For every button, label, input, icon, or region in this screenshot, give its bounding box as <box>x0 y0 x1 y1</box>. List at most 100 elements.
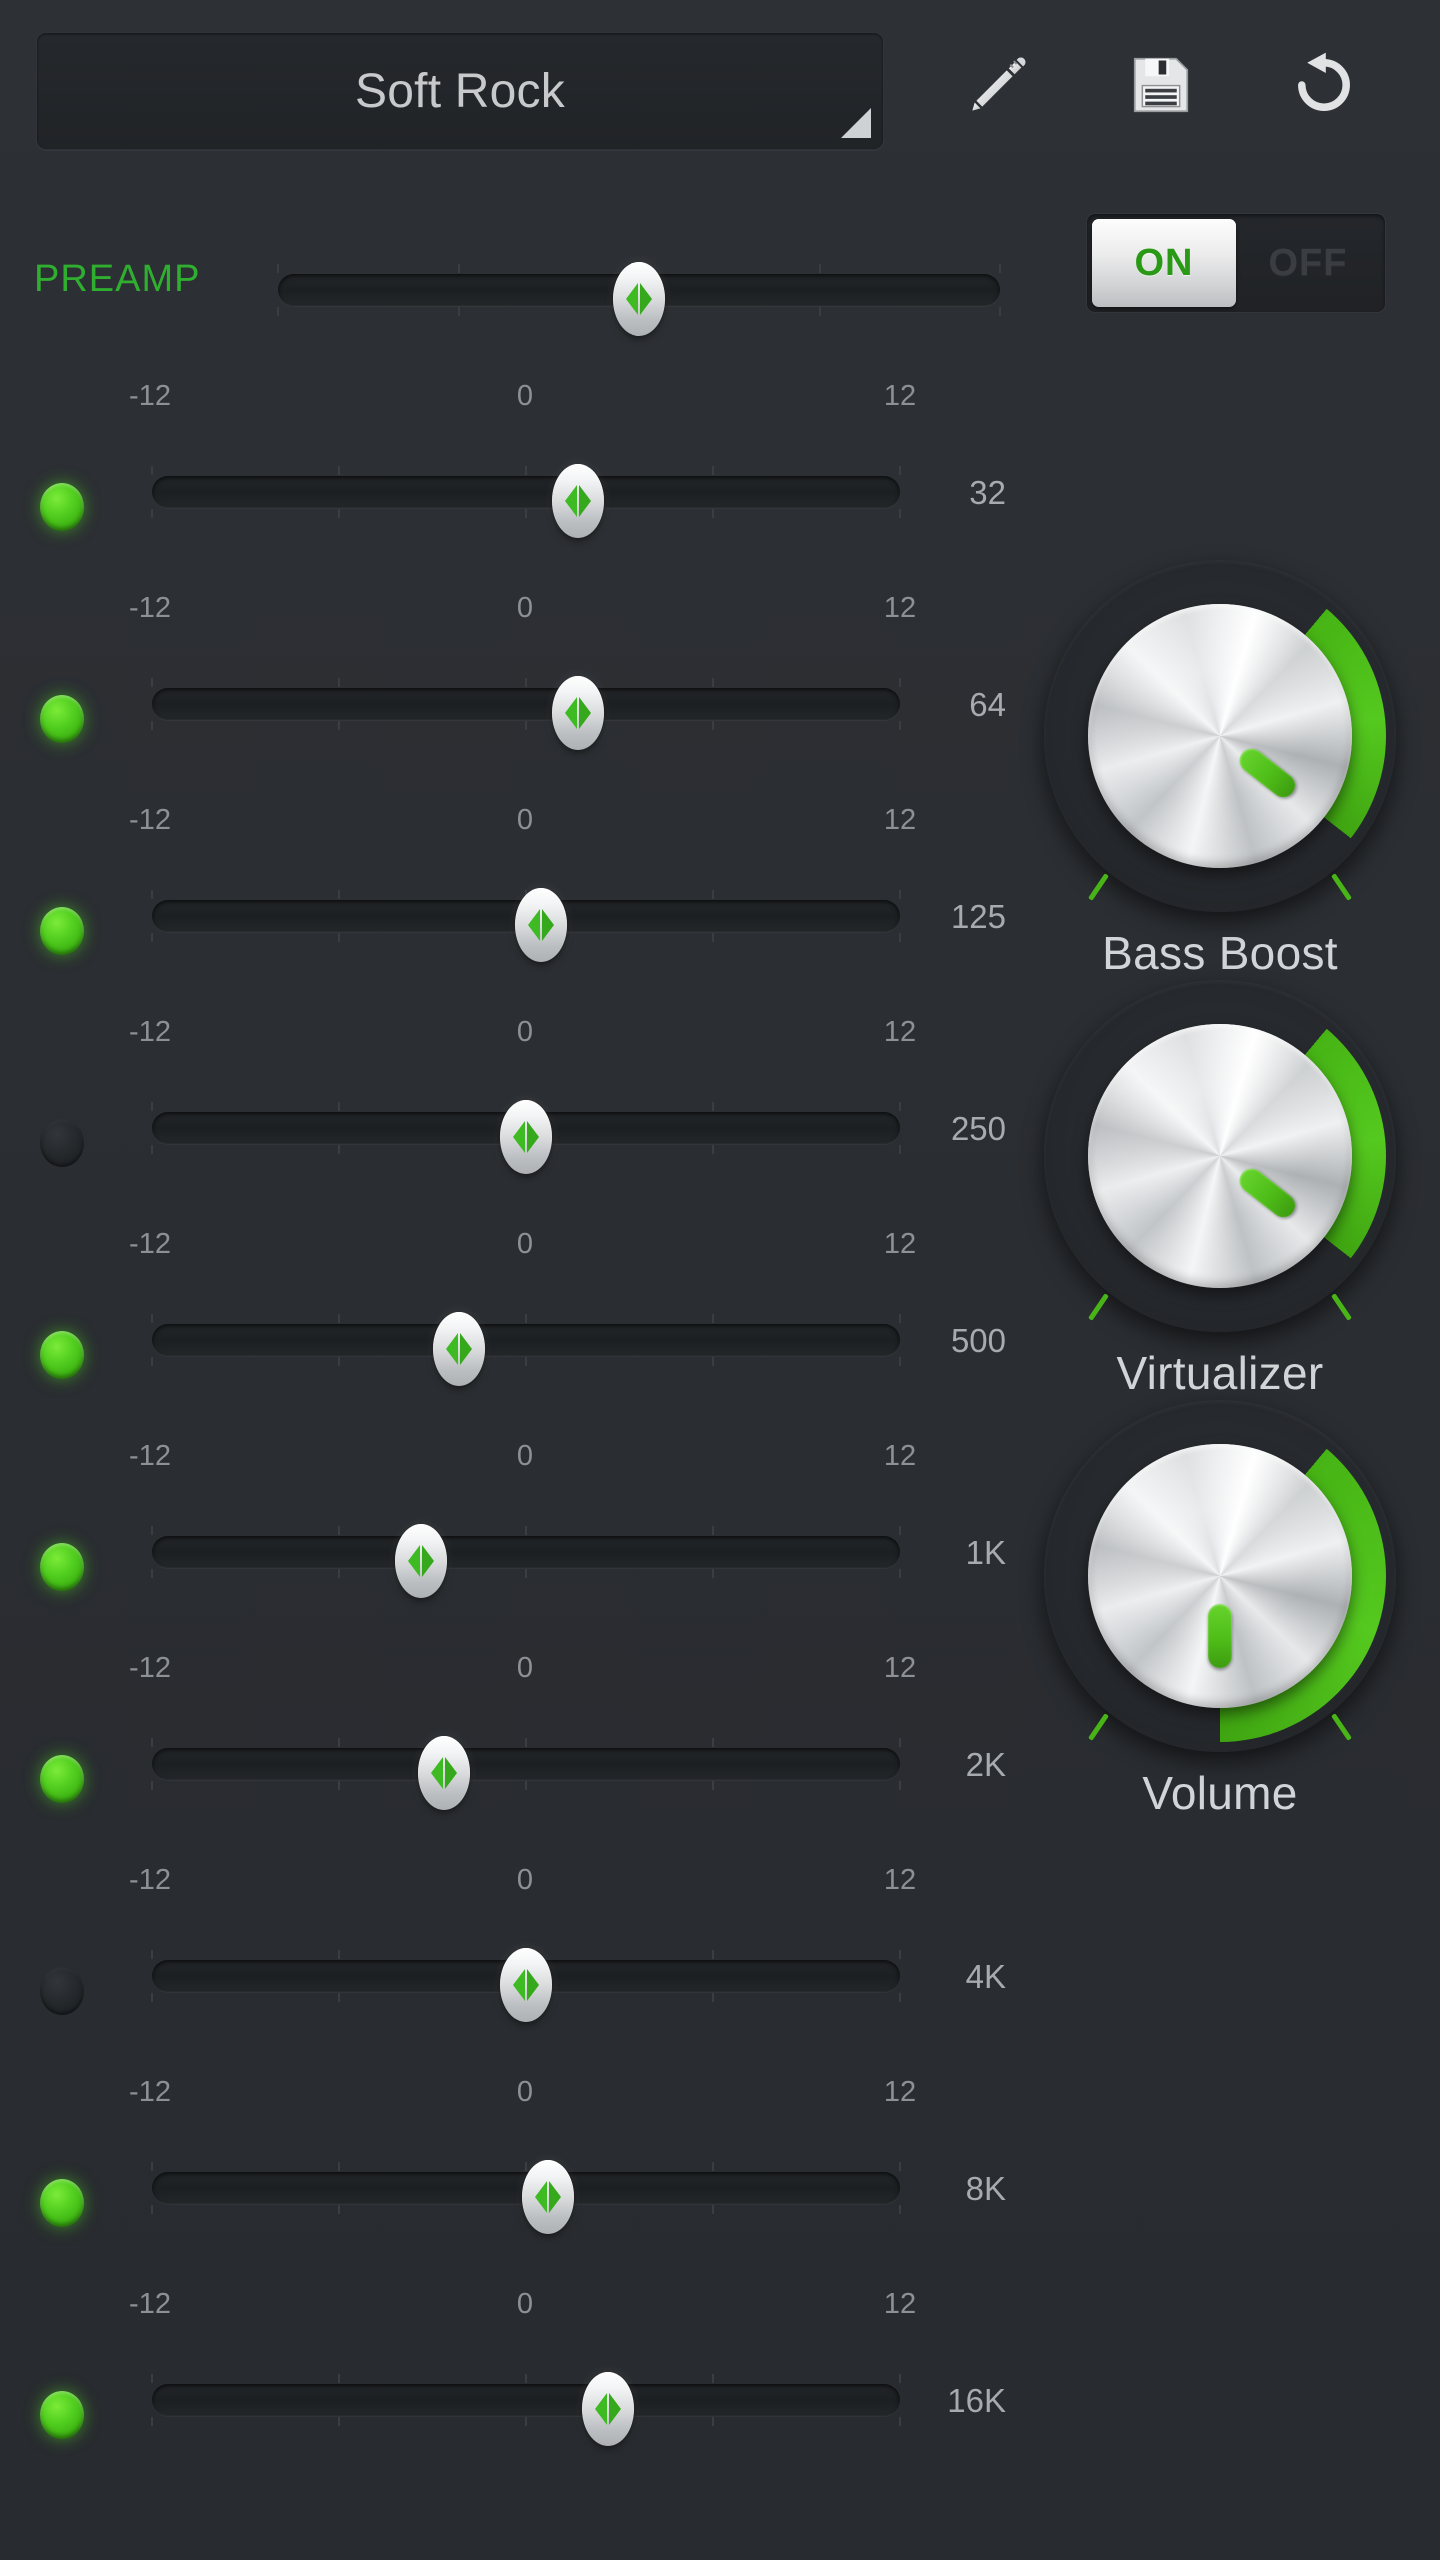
knob-dial[interactable] <box>1044 980 1396 1332</box>
slider-tick <box>899 1102 901 1111</box>
slider-tick <box>525 1526 527 1535</box>
band-slider[interactable] <box>151 2160 901 2234</box>
band-slider[interactable] <box>151 2372 901 2446</box>
band-slider-thumb[interactable] <box>432 1312 485 1386</box>
slider-tick <box>899 678 901 687</box>
slider-tick <box>899 890 901 899</box>
slider-tick <box>712 2417 714 2426</box>
band-slider[interactable] <box>151 888 901 962</box>
band-slider-thumb[interactable] <box>500 1100 552 1174</box>
band-led-indicator[interactable] <box>40 1967 84 2015</box>
band-scale-min-label: -12 <box>129 1228 171 1260</box>
band-slider-thumb[interactable] <box>395 1524 448 1598</box>
band-led-indicator[interactable] <box>40 1543 84 1591</box>
band-scale-min-label: -12 <box>129 2076 171 2108</box>
band-led-indicator[interactable] <box>40 1119 84 1167</box>
slider-tick <box>151 2205 153 2214</box>
power-toggle-on[interactable]: ON <box>1092 219 1236 307</box>
slider-tick <box>338 678 340 687</box>
slider-tick <box>899 1993 901 2002</box>
equalizer-band: -12 0 12 4K <box>0 1864 1010 2076</box>
band-slider-thumb[interactable] <box>500 1948 552 2022</box>
band-slider[interactable] <box>151 1524 901 1598</box>
band-scale-max-label: 12 <box>883 380 917 412</box>
reset-preset-button[interactable] <box>1242 30 1405 140</box>
equalizer-band: -12 0 12 125 <box>0 804 1010 1016</box>
band-led-indicator[interactable] <box>40 695 84 743</box>
knob-dial[interactable] <box>1044 1400 1396 1752</box>
slider-tick <box>338 1314 340 1323</box>
slider-tick <box>151 1738 153 1747</box>
slider-tick <box>899 2162 901 2171</box>
equalizer-band: -12 0 12 64 <box>0 592 1010 804</box>
header-actions <box>916 30 1406 140</box>
preamp-slider-thumb[interactable] <box>613 262 665 336</box>
slider-tick <box>525 1781 527 1790</box>
band-slider[interactable] <box>151 464 901 538</box>
band-slider-thumb[interactable] <box>514 888 567 962</box>
slider-tick <box>899 1145 901 1154</box>
band-led-indicator[interactable] <box>40 483 84 531</box>
band-slider-thumb[interactable] <box>552 676 605 750</box>
slider-tick <box>525 1357 527 1366</box>
band-scale-max-label: 12 <box>883 2076 917 2108</box>
band-slider[interactable] <box>151 1312 901 1386</box>
slider-tick <box>151 890 153 899</box>
slider-tick <box>899 1357 901 1366</box>
left-right-arrows-icon <box>535 2181 562 2213</box>
band-slider-thumb[interactable] <box>417 1736 470 1810</box>
band-scale-mid-label: 0 <box>516 804 534 836</box>
band-scale-max-label: 12 <box>883 1652 917 1684</box>
slider-tick <box>338 1357 340 1366</box>
slider-tick <box>712 1738 714 1747</box>
band-slider-thumb[interactable] <box>522 2160 575 2234</box>
slider-tick <box>338 933 340 942</box>
knob-dial[interactable] <box>1044 560 1396 912</box>
slider-tick <box>818 264 821 273</box>
left-right-arrows-icon <box>565 697 592 729</box>
band-scale-mid-label: 0 <box>516 1016 534 1048</box>
band-led-indicator[interactable] <box>40 1331 84 1379</box>
band-led-indicator[interactable] <box>40 2391 84 2439</box>
band-slider[interactable] <box>151 1736 901 1810</box>
band-scale-max-label: 12 <box>883 1016 917 1048</box>
band-slider[interactable] <box>151 676 901 750</box>
slider-tick <box>525 1314 527 1323</box>
left-right-arrows-icon <box>513 1121 539 1153</box>
slider-tick <box>338 1781 340 1790</box>
band-slider[interactable] <box>151 1948 901 2022</box>
left-right-arrows-icon <box>626 283 652 315</box>
knob-max-notch <box>1331 873 1352 901</box>
band-scale: -12 0 12 <box>129 804 916 844</box>
left-right-arrows-icon <box>408 1545 435 1577</box>
band-frequency-label: 500 <box>950 1322 1006 1359</box>
slider-tick <box>151 678 153 687</box>
slider-tick <box>525 509 527 518</box>
preamp-slider[interactable] <box>277 262 1001 336</box>
power-toggle[interactable]: ON OFF <box>1086 213 1386 313</box>
band-scale: -12 0 12 <box>129 380 916 420</box>
edit-preset-button[interactable] <box>916 30 1079 140</box>
save-preset-button[interactable] <box>1079 30 1242 140</box>
band-led-indicator[interactable] <box>40 907 84 955</box>
band-slider-thumb[interactable] <box>582 2372 635 2446</box>
slider-tick <box>712 2374 714 2383</box>
triangle-corner-icon <box>841 108 871 138</box>
band-scale-max-label: 12 <box>883 804 917 836</box>
slider-tick <box>712 1102 714 1111</box>
slider-tick <box>151 1145 153 1154</box>
preset-selector[interactable]: Soft Rock <box>36 32 884 150</box>
band-led-indicator[interactable] <box>40 2179 84 2227</box>
band-slider[interactable] <box>151 1100 901 1174</box>
slider-tick <box>899 466 901 475</box>
band-led-indicator[interactable] <box>40 1755 84 1803</box>
power-toggle-off[interactable]: OFF <box>1236 219 1380 307</box>
band-frequency-label: 1K <box>965 1534 1006 1571</box>
slider-tick <box>999 307 1001 316</box>
slider-tick <box>277 307 279 316</box>
slider-tick <box>525 2417 527 2426</box>
band-slider-thumb[interactable] <box>552 464 605 538</box>
equalizer-band: -12 0 12 1K <box>0 1440 1010 1652</box>
knob-metal-cap <box>1088 1444 1352 1708</box>
knob-max-notch <box>1331 1713 1352 1741</box>
